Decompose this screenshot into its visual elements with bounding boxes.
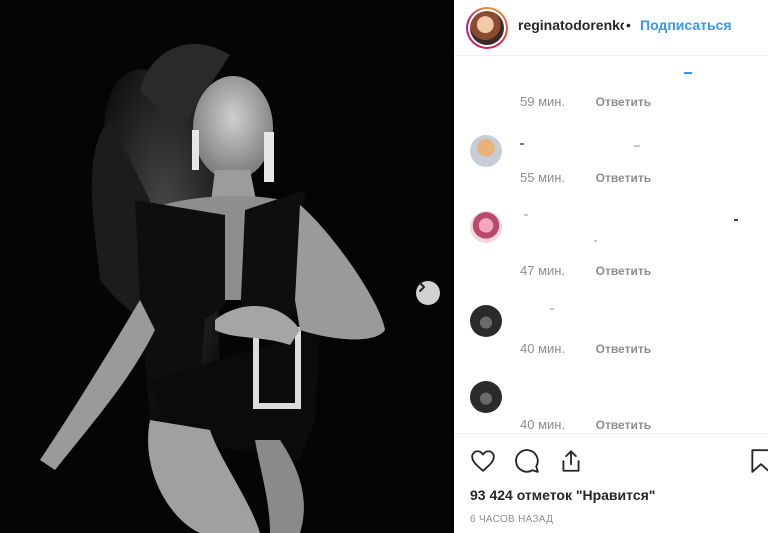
post-timestamp[interactable]: 6 часов назад (470, 514, 553, 525)
comment-time: 40 мин. (520, 417, 566, 432)
comment-button[interactable] (514, 448, 540, 474)
share-icon (562, 450, 580, 472)
comments-list[interactable]: 59 мин. Ответить 55 мин. Ответить 47 мин… (454, 57, 768, 433)
follow-button[interactable]: Подписаться (640, 17, 732, 33)
like-button[interactable] (470, 448, 496, 474)
blurred-text (520, 143, 524, 145)
comment-time: 40 мин. (520, 341, 566, 356)
blurred-text (684, 72, 692, 74)
reply-button[interactable]: Ответить (596, 342, 651, 356)
comment-time: 59 мин. (520, 94, 566, 109)
comment-icon (515, 449, 539, 473)
comment-meta: 47 мин. Ответить (520, 263, 651, 278)
commenter-avatar[interactable] (470, 135, 502, 167)
comment-time: 55 мин. (520, 170, 566, 185)
heart-icon (471, 450, 495, 472)
post-photo[interactable] (0, 0, 454, 533)
likes-count[interactable]: 93 424 отметок "Нравится" (470, 487, 655, 503)
blurred-text (594, 240, 597, 242)
reply-button[interactable]: Ответить (596, 95, 651, 109)
save-button[interactable] (748, 448, 768, 474)
blurred-text (734, 219, 738, 221)
blurred-text (634, 145, 640, 147)
post-header: reginatodorenko • Подписаться (454, 0, 768, 56)
separator-dot: • (626, 17, 631, 33)
commenter-avatar[interactable] (470, 211, 502, 243)
comment-time: 47 мин. (520, 263, 566, 278)
photo-image (0, 0, 454, 533)
reply-button[interactable]: Ответить (596, 171, 651, 185)
post-actions: 93 424 отметок "Нравится" 6 часов назад (454, 433, 768, 533)
avatar-image (470, 11, 504, 45)
next-photo-button[interactable] (416, 281, 440, 305)
comment-meta: 55 мин. Ответить (520, 170, 651, 185)
blurred-text (524, 214, 528, 216)
reply-button[interactable]: Ответить (596, 264, 651, 278)
bookmark-icon (751, 449, 768, 473)
reply-button[interactable]: Ответить (596, 418, 651, 432)
comment-meta: 40 мин. Ответить (520, 341, 651, 356)
avatar[interactable] (466, 7, 508, 49)
commenter-avatar[interactable] (470, 305, 502, 337)
share-button[interactable] (558, 448, 584, 474)
post-sidebar: reginatodorenko • Подписаться 59 мин. От… (454, 0, 768, 533)
commenter-avatar[interactable] (470, 381, 502, 413)
comment-meta: 40 мин. Ответить (520, 417, 651, 432)
username-link[interactable]: reginatodorenko (518, 17, 624, 33)
comment-meta: 59 мин. Ответить (520, 94, 651, 109)
blurred-text (550, 308, 554, 310)
chevron-right-icon (419, 282, 425, 292)
